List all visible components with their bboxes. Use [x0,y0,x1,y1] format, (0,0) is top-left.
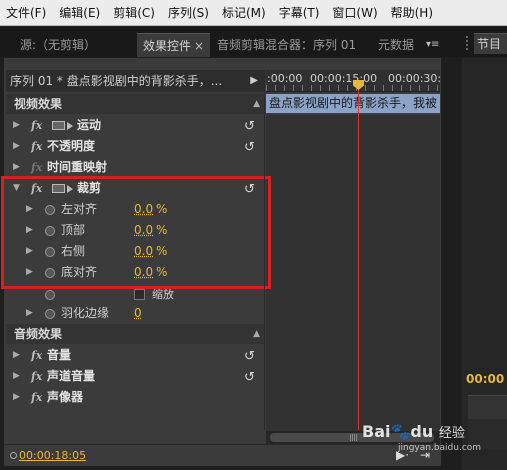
watermark-url: jingyan.baidu.com [398,443,482,453]
effect-name-channel-volume: 声道音量 [47,369,96,383]
ruler-end-time: 00:00:30: [388,72,442,85]
zoom-checkbox[interactable] [134,289,145,300]
panel-tab-strip: 源:（无剪辑） 效果控件 × 音频剪辑混合器：序列 01 元数据 ▾≡ [0,27,507,57]
sequence-clip-selector[interactable]: 序列 01 * 盘点影视剧中的背影杀手，... ▶ [6,70,264,92]
expand-icon[interactable]: ▶ [13,366,20,387]
panel-grip-icon[interactable] [466,36,470,50]
panel-divider[interactable] [264,70,265,430]
tab-audio-mixer[interactable]: 音频剪辑混合器：序列 01 [211,33,362,57]
watermark-brand: Bai [362,422,391,441]
ruler-mid-time: 00:00:15:00 [310,72,378,85]
play-arrow-icon[interactable]: ▶ [250,70,258,92]
sequence-clip-label: 序列 01 * 盘点影视剧中的背影杀手，... [10,74,223,88]
menu-file[interactable]: 文件(F) [0,0,53,26]
expand-icon[interactable]: ▶ [13,157,20,178]
tab-program[interactable]: 节目 [474,33,507,54]
reset-icon[interactable]: ↺ [244,137,255,158]
stopwatch-icon[interactable] [45,309,55,319]
menu-bar: 文件(F) 编辑(E) 剪辑(C) 序列(S) 标记(M) 字幕(T) 窗口(W… [0,0,507,26]
expand-icon[interactable]: ▶ [13,136,20,157]
effect-name-volume: 音量 [47,348,72,362]
watermark-jingyan: 经验 [438,426,465,441]
menu-marker[interactable]: 标记(M) [216,0,273,26]
effect-row-panner[interactable]: ▶ fx 声像器 [6,387,264,408]
video-effects-header: 视频效果 ▲ [6,94,264,114]
menu-title[interactable]: 字幕(T) [273,0,327,26]
effect-name-panner: 声像器 [47,390,84,404]
expand-icon[interactable]: ▶ [13,115,20,136]
annotation-highlight-box [1,176,271,289]
menu-help[interactable]: 帮助(H) [385,0,440,26]
fx-icon[interactable]: fx [31,345,42,366]
close-icon[interactable]: × [194,39,204,53]
clip-bar[interactable]: 盘点影视剧中的背影杀手，我被 [266,94,440,113]
expand-icon[interactable]: ▶ [26,303,33,324]
fx-icon[interactable]: fx [31,387,42,408]
video-effects-label: 视频效果 [14,97,63,111]
expand-icon[interactable]: ▶ [13,387,20,408]
effect-row-time-remap[interactable]: ▶ fx 时间重映射 [6,157,264,178]
scrollbar-grip-icon [350,434,357,441]
param-name-feather: 羽化边缘 [61,306,110,320]
program-timecode[interactable]: 00:00 [466,372,504,386]
effect-row-volume[interactable]: ▶ fx 音量 ↺ [6,345,264,366]
effect-row-motion[interactable]: ▶ fx 运动 ↺ [6,115,264,136]
fx-icon: fx [31,161,43,174]
panel-menu-icon[interactable]: ▾≡ [426,39,439,50]
expand-icon[interactable]: ▶ [13,345,20,366]
menu-sequence[interactable]: 序列(S) [162,0,216,26]
effect-row-channel-volume[interactable]: ▶ fx 声道音量 ↺ [6,366,264,387]
tab-effect-controls[interactable]: 效果控件 × [137,33,211,57]
param-value-feather[interactable]: 0 [134,303,142,324]
tab-source[interactable]: 源:（无剪辑） [14,33,102,57]
effect-name-time-remap: 时间重映射 [47,160,108,174]
timecode-icon [10,452,17,459]
effect-name-motion: 运动 [77,118,102,132]
collapse-icon[interactable]: ▲ [253,324,260,344]
watermark-du: du [410,422,434,441]
effect-name-opacity: 不透明度 [47,139,96,153]
crop-param-feather[interactable]: ▶ 羽化边缘 0 [6,303,264,324]
effect-timeline-area [266,115,440,431]
reset-icon[interactable]: ↺ [244,346,255,367]
program-timeline-bar[interactable] [468,395,507,419]
tab-effect-controls-label: 效果控件 [143,39,192,53]
audio-effects-label: 音频效果 [14,327,63,341]
ruler-start-time: :00:00 [267,72,303,85]
effect-controls-footer: 00:00:18:05 ▶· ⇥ [4,444,441,466]
reset-icon[interactable]: ↺ [244,367,255,388]
baidu-jingyan-watermark: Bai🐾du 经验 [362,422,465,441]
fx-icon[interactable]: fx [31,115,42,136]
motion-transform-icon[interactable] [52,121,73,130]
menu-window[interactable]: 窗口(W) [326,0,384,26]
ruler-ticks [266,85,440,91]
fx-icon[interactable]: fx [31,136,42,157]
effect-row-opacity[interactable]: ▶ fx 不透明度 ↺ [6,136,264,157]
playhead-line [358,90,359,430]
collapse-icon[interactable]: ▲ [253,94,260,114]
menu-edit[interactable]: 编辑(E) [53,0,107,26]
stopwatch-icon[interactable] [45,290,55,300]
menu-clip[interactable]: 剪辑(C) [107,0,162,26]
tab-metadata[interactable]: 元数据 [372,33,420,57]
reset-icon[interactable]: ↺ [244,116,255,137]
audio-effects-header: 音频效果 ▲ [6,324,264,344]
fx-icon[interactable]: fx [31,366,42,387]
footer-timecode[interactable]: 00:00:18:05 [19,449,86,462]
